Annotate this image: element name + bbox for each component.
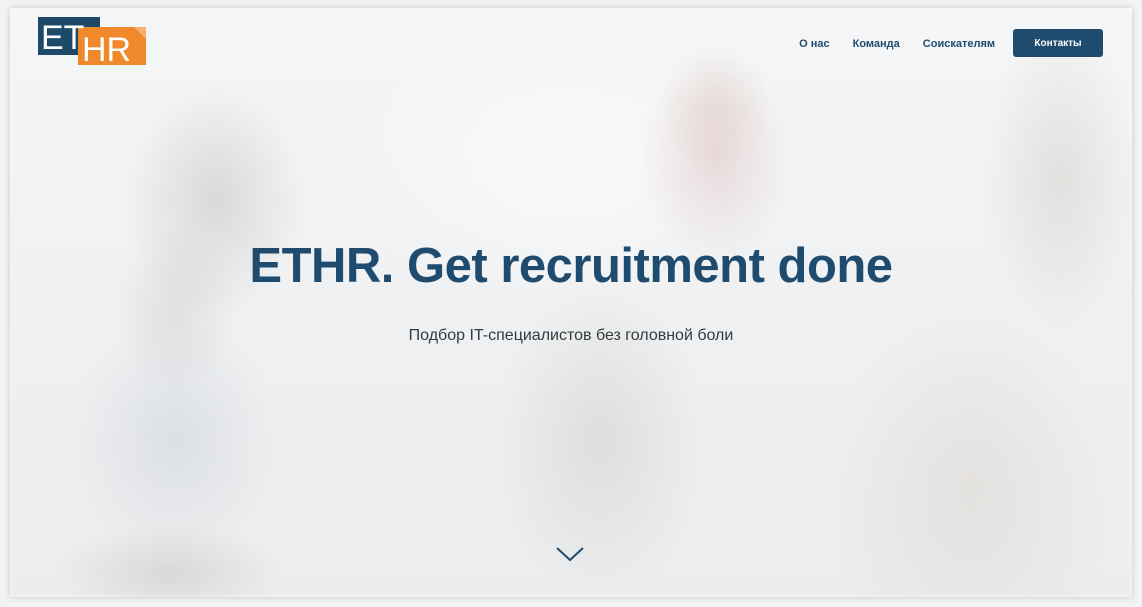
hero-overlay bbox=[10, 8, 1132, 597]
ethr-logo[interactable]: ET HR bbox=[38, 17, 146, 69]
logo-graphic: ET HR bbox=[38, 17, 146, 69]
nav-item-candidates[interactable]: Соискателям bbox=[923, 37, 995, 51]
main-nav: О нас Команда Соискателям bbox=[799, 37, 995, 51]
nav-item-team[interactable]: Команда bbox=[853, 37, 900, 51]
logo-text-right: HR bbox=[82, 31, 131, 65]
hero-subtitle: Подбор IT-специалистов без головной боли bbox=[408, 327, 734, 344]
page-frame: ET HR О нас Команда Соискателям Контакты… bbox=[10, 8, 1132, 597]
hero-title: ETHR. Get recruitment done bbox=[249, 239, 893, 293]
nav-item-about[interactable]: О нас bbox=[799, 37, 830, 51]
contacts-button[interactable]: Контакты bbox=[1013, 29, 1103, 57]
scroll-down-button[interactable] bbox=[555, 545, 585, 563]
logo-text-left: ET bbox=[41, 19, 84, 57]
chevron-down-icon bbox=[556, 547, 584, 562]
